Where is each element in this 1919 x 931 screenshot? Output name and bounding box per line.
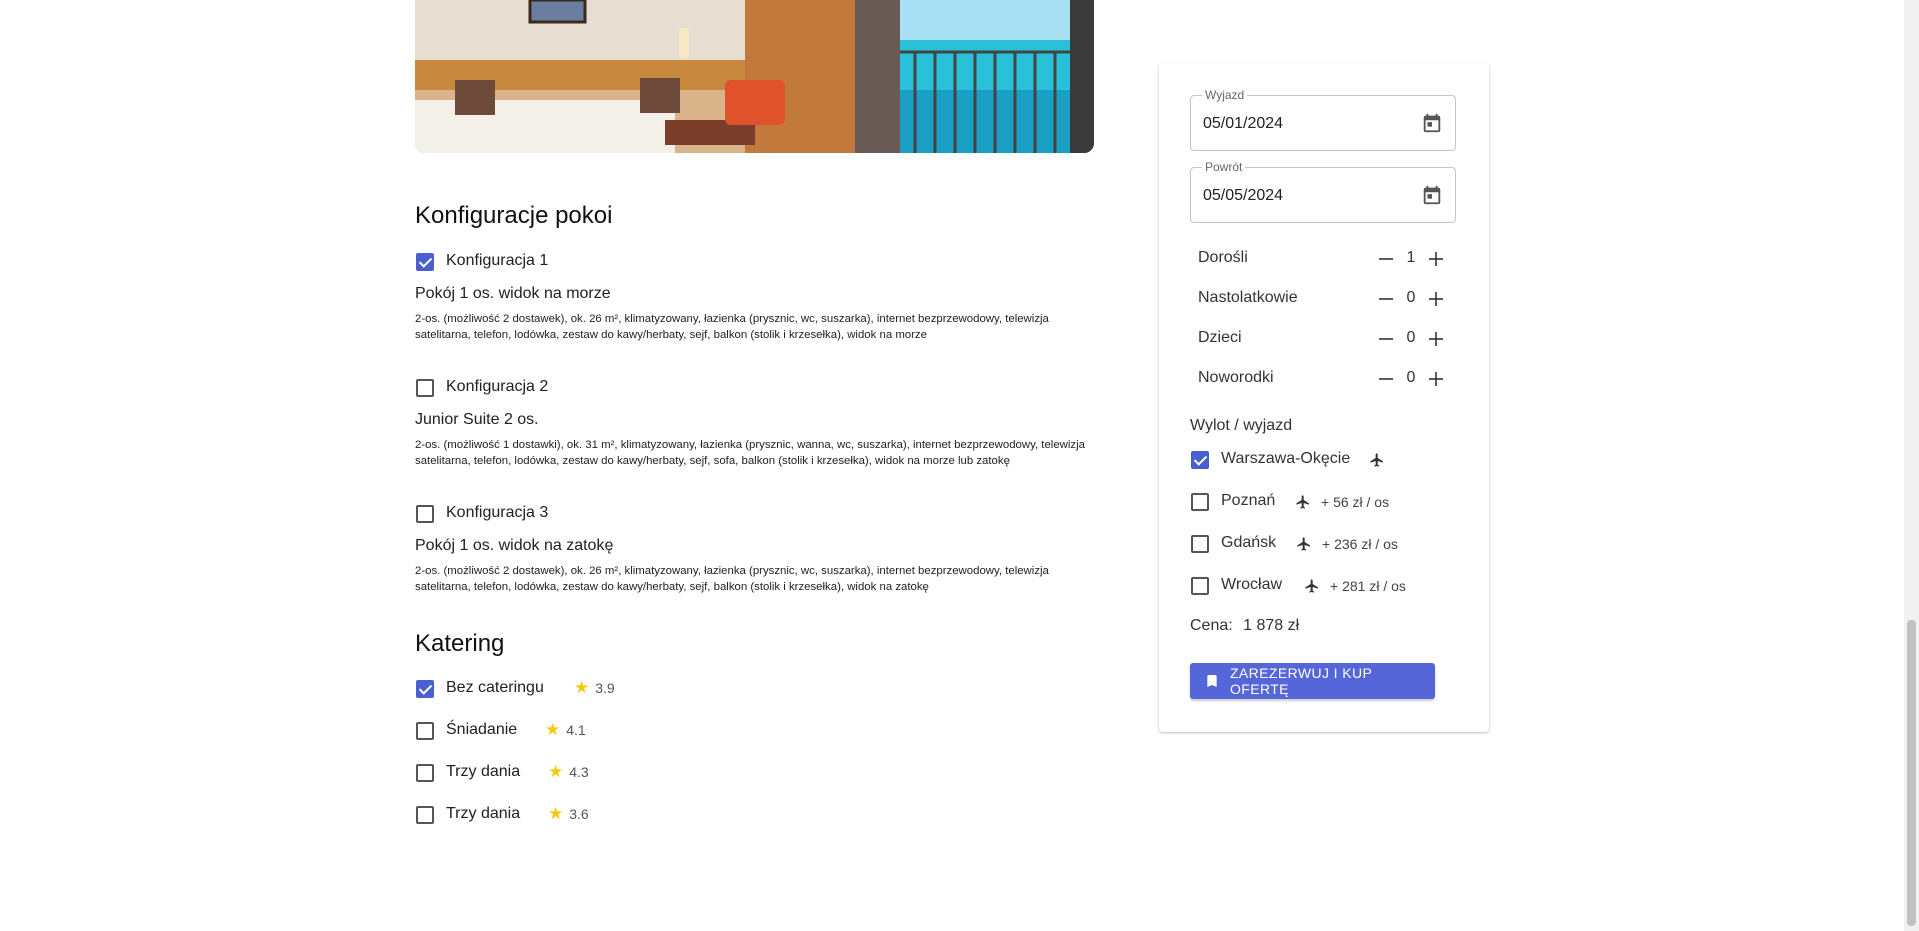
room-configurations-title: Konfiguracje pokoi [415,202,613,229]
adults-label: Dorośli [1198,249,1248,266]
config-1-description: 2-os. (możliwość 2 dostawek), ok. 26 m²,… [415,313,1049,341]
infants-label: Noworodki [1198,369,1274,386]
plus-icon [1429,252,1443,266]
airport-surcharge: + 56 zł / os [1321,494,1390,510]
teens-count: 0 [1406,289,1416,306]
config-2-description: 2-os. (możliwość 1 dostawki), ok. 31 m²,… [415,439,1085,467]
airport-label: Poznań [1221,492,1276,509]
airport-checkbox[interactable] [1191,535,1209,553]
airport-label: Wrocław [1221,576,1283,593]
catering-option-checkbox[interactable] [416,722,434,740]
catering-option-checkbox[interactable] [416,806,434,824]
infants-count: 0 [1406,369,1416,386]
teens-label: Nastolatkowie [1198,289,1298,306]
catering-rating: ★ 4.3 [548,763,589,780]
airport-checkbox[interactable] [1191,493,1209,511]
minus-icon [1379,338,1393,340]
teens-decrement-button[interactable] [1376,289,1396,309]
catering-title: Katering [415,630,505,657]
rating-value: 4.3 [569,763,589,780]
star-icon: ★ [548,762,564,781]
catering-option-checkbox[interactable] [416,764,434,782]
plus-icon [1429,292,1443,306]
star-icon: ★ [545,720,561,739]
config-1-checkbox[interactable] [416,253,434,271]
bookmark-icon [1207,675,1217,687]
config-1-room-name: Pokój 1 os. widok na morze [415,285,611,302]
plus-icon [1429,372,1443,386]
star-icon: ★ [574,678,590,697]
airport-label: Warszawa-Okęcie [1221,450,1351,467]
price-row: Cena: 1 878 zł [1190,617,1299,635]
rating-value: 3.9 [595,679,615,696]
book-and-buy-button[interactable]: ZAREZERWUJ I KUP OFERTĘ [1190,663,1435,699]
return-date-label: Powrót [1202,160,1246,174]
page: Konfiguracje pokoi Konfiguracja 1 Pokój … [0,0,1919,931]
teens-increment-button[interactable] [1426,289,1446,309]
airport-checkbox[interactable] [1191,451,1209,469]
calendar-icon[interactable] [1421,184,1443,206]
config-1-label: Konfiguracja 1 [446,252,549,269]
adults-increment-button[interactable] [1426,249,1446,269]
children-count: 0 [1406,329,1416,346]
price-label: Cena: [1190,617,1233,634]
airport-surcharge: + 281 zł / os [1330,578,1406,594]
catering-option-label: Trzy dania [446,763,521,780]
departure-date-value[interactable]: 05/01/2024 [1203,115,1283,133]
infants-decrement-button[interactable] [1376,369,1396,389]
departure-date-label: Wyjazd [1202,88,1248,102]
plus-icon [1429,332,1443,346]
catering-rating: ★ 3.9 [574,679,615,696]
price-value: 1 878 zł [1243,617,1300,634]
plane-icon [1370,453,1383,467]
adults-count: 1 [1406,249,1416,266]
config-3-checkbox[interactable] [416,505,434,523]
hotel-room-photo [415,0,1094,153]
catering-option-label: Trzy dania [446,805,521,822]
children-decrement-button[interactable] [1376,329,1396,349]
airport-label: Gdańsk [1221,534,1277,551]
catering-option-checkbox[interactable] [416,680,434,698]
catering-option-label: Śniadanie [446,721,518,738]
catering-rating: ★ 3.6 [548,805,589,822]
plane-icon [1297,537,1310,551]
airport-checkbox[interactable] [1191,577,1209,595]
calendar-icon[interactable] [1421,112,1443,134]
airport-surcharge: + 236 zł / os [1322,536,1398,552]
departure-title: Wylot / wyjazd [1190,417,1293,434]
plane-icon [1296,495,1309,509]
config-3-label: Konfiguracja 3 [446,504,549,521]
minus-icon [1379,378,1393,380]
children-label: Dzieci [1198,329,1242,346]
rating-value: 4.1 [566,721,586,738]
departure-date-field[interactable]: Wyjazd 05/01/2024 [1190,88,1456,151]
catering-option-label: Bez cateringu [446,679,544,696]
rating-value: 3.6 [569,805,589,822]
minus-icon [1379,258,1393,260]
catering-rating: ★ 4.1 [545,721,586,738]
config-2-room-name: Junior Suite 2 os. [415,411,539,428]
book-and-buy-label: ZAREZERWUJ I KUP OFERTĘ [1229,665,1372,697]
scrollbar-thumb[interactable] [1907,620,1916,926]
return-date-field[interactable]: Powrót 05/05/2024 [1190,160,1456,223]
plane-icon [1305,579,1318,593]
return-date-value[interactable]: 05/05/2024 [1203,187,1283,205]
adults-decrement-button[interactable] [1376,249,1396,269]
config-3-description: 2-os. (możliwość 2 dostawek), ok. 26 m²,… [415,565,1049,593]
star-icon: ★ [548,804,564,823]
config-2-label: Konfiguracja 2 [446,378,549,395]
infants-increment-button[interactable] [1426,369,1446,389]
children-increment-button[interactable] [1426,329,1446,349]
config-3-room-name: Pokój 1 os. widok na zatokę [415,537,614,554]
config-2-checkbox[interactable] [416,379,434,397]
minus-icon [1379,298,1393,300]
